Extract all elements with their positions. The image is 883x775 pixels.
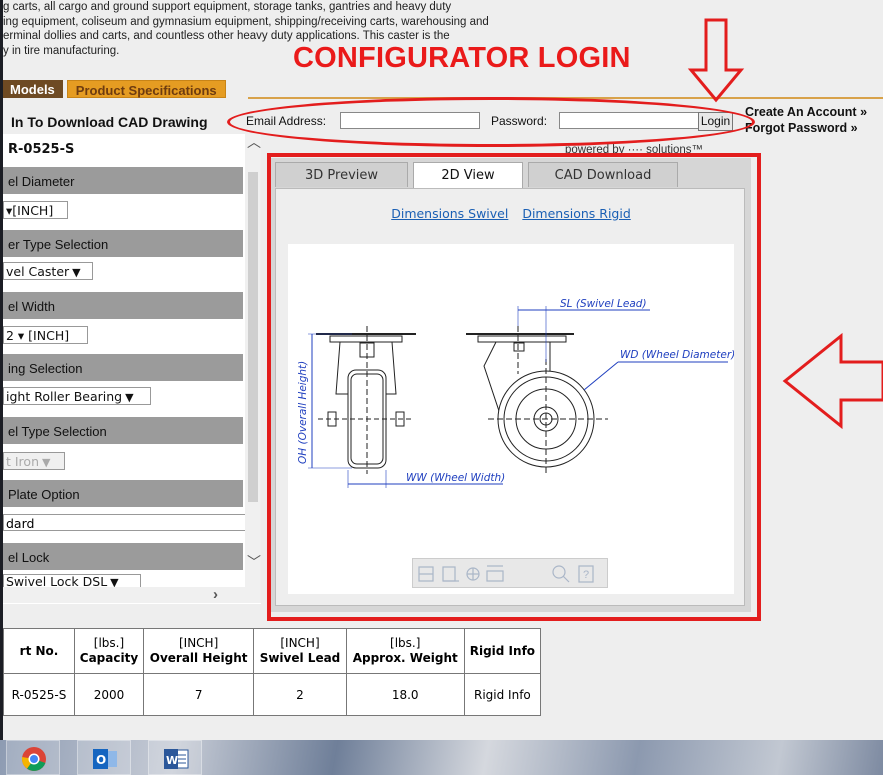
down-arrow-icon bbox=[687, 18, 745, 103]
outlook-icon: O bbox=[93, 749, 117, 769]
annotation-arrows bbox=[687, 18, 883, 430]
chrome-icon bbox=[22, 747, 46, 771]
taskbar-word[interactable]: W bbox=[148, 740, 202, 775]
browser-page: g carts, all cargo and ground support eq… bbox=[3, 0, 883, 740]
svg-text:O: O bbox=[96, 753, 106, 767]
taskbar-outlook[interactable]: O bbox=[77, 740, 131, 775]
svg-text:W: W bbox=[166, 754, 178, 767]
left-arrow-icon bbox=[782, 332, 883, 430]
taskbar-chrome[interactable] bbox=[6, 740, 60, 775]
taskbar: O W bbox=[0, 740, 883, 775]
word-icon: W bbox=[164, 749, 189, 769]
